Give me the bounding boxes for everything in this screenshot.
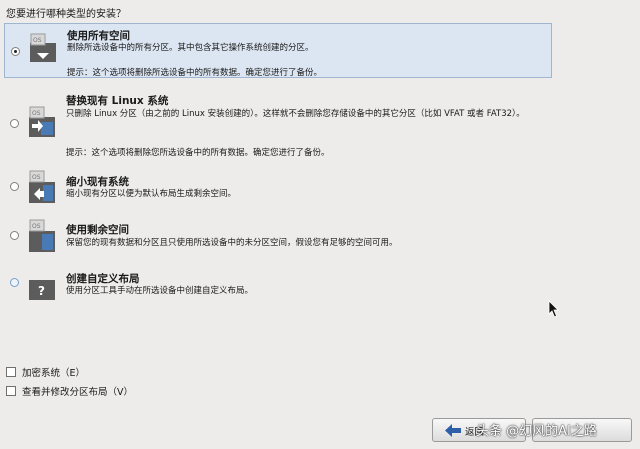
radio-use-all-space[interactable] bbox=[11, 47, 20, 56]
disk-shrink-icon: OS bbox=[28, 170, 56, 208]
disk-label-5: ? bbox=[38, 284, 45, 298]
disk-label-4: OS bbox=[32, 223, 41, 230]
back-arrow-icon bbox=[445, 424, 461, 440]
review-layout-label[interactable]: 查看并修改分区布局（V） bbox=[22, 384, 133, 398]
option-replace-linux[interactable]: OS 替换现有 Linux 系统 只删除 Linux 分区（由之前的 Linux… bbox=[4, 90, 552, 162]
option-use-all-space[interactable]: OS 使用所有空间 删除所选设备中的所有分区。其中包含其它操作系统创建的分区。 … bbox=[4, 23, 552, 78]
mouse-cursor-icon bbox=[548, 300, 560, 322]
option-desc-shrink-system: 缩小现有分区以便为默认布局生成剩余空间。 bbox=[66, 189, 237, 199]
option-desc-use-all-space: 删除所选设备中的所有分区。其中包含其它操作系统创建的分区。 bbox=[67, 43, 314, 53]
disk-replace-icon: OS bbox=[28, 106, 56, 142]
radio-shrink-system[interactable] bbox=[10, 182, 19, 191]
option-title-replace-linux: 替换现有 Linux 系统 bbox=[66, 95, 169, 107]
install-type-question: 您要进行哪种类型的安装？ bbox=[6, 9, 126, 20]
disk-label-1: OS bbox=[33, 37, 42, 44]
radio-custom-layout[interactable] bbox=[10, 278, 19, 287]
radio-replace-linux[interactable] bbox=[10, 119, 19, 128]
option-tip-replace-linux: 提示：这个选项将删除您所选设备中的所有数据。确定您进行了备份。 bbox=[66, 148, 330, 158]
disk-label-3: OS bbox=[32, 174, 41, 181]
option-shrink-system[interactable]: OS 缩小现有系统 缩小现有分区以便为默认布局生成剩余空间。 bbox=[4, 170, 552, 208]
encrypt-system-checkbox[interactable] bbox=[6, 367, 16, 377]
disk-label-2: OS bbox=[32, 110, 41, 117]
disk-custom-icon: ? bbox=[28, 279, 56, 305]
disk-free-space-icon: OS bbox=[28, 219, 56, 257]
option-desc-use-free-space: 保留您的现有数据和分区且只使用所选设备中的未分区空间，假设您有足够的空间可用。 bbox=[66, 238, 398, 248]
option-custom-layout[interactable]: ? 创建自定义布局 使用分区工具手动在所选设备中创建自定义布局。 bbox=[4, 268, 552, 304]
option-use-free-space[interactable]: OS 使用剩余空间 保留您的现有数据和分区且只使用所选设备中的未分区空间，假设您… bbox=[4, 218, 552, 258]
radio-use-free-space[interactable] bbox=[10, 231, 19, 240]
option-desc-custom-layout: 使用分区工具手动在所选设备中创建自定义布局。 bbox=[66, 286, 254, 296]
option-tip-use-all-space: 提示：这个选项将删除所选设备中的所有数据。确定您进行了备份。 bbox=[67, 68, 323, 78]
review-layout-checkbox[interactable] bbox=[6, 386, 16, 396]
option-title-use-free-space: 使用剩余空间 bbox=[66, 224, 129, 236]
encrypt-system-label[interactable]: 加密系统（E） bbox=[22, 365, 85, 379]
option-desc-replace-linux: 只删除 Linux 分区（由之前的 Linux 安装创建的）。这样就不会删除您存… bbox=[66, 109, 525, 119]
watermark: 头条 @幻风的AI之路 bbox=[476, 424, 597, 439]
disk-erase-icon: OS bbox=[29, 33, 57, 67]
